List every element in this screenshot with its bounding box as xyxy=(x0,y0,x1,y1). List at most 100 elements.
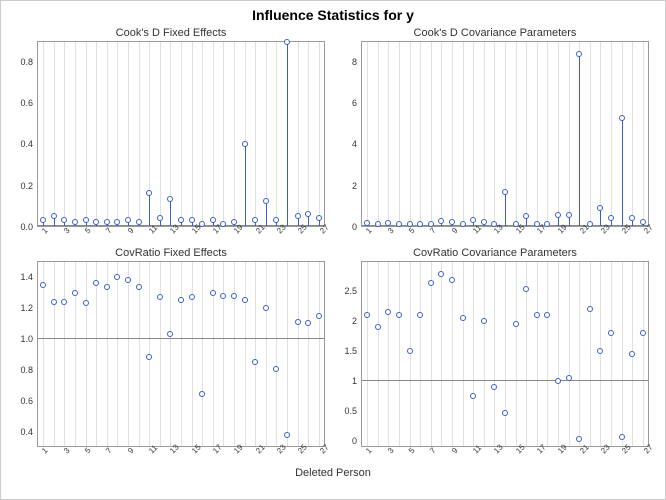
stem xyxy=(505,192,506,226)
data-marker xyxy=(210,290,216,296)
data-marker xyxy=(566,375,572,381)
y-tick-label: 2.5 xyxy=(344,286,357,296)
gridline xyxy=(234,262,235,446)
data-marker xyxy=(364,312,370,318)
data-marker xyxy=(316,313,322,319)
panel-title: CovRatio Fixed Effects xyxy=(9,245,333,261)
gridline xyxy=(431,42,432,226)
data-marker xyxy=(263,305,269,311)
data-marker xyxy=(305,320,311,326)
data-marker xyxy=(114,219,120,225)
data-marker xyxy=(263,198,269,204)
plot-surface xyxy=(361,261,649,447)
data-marker xyxy=(125,217,131,223)
data-marker xyxy=(125,277,131,283)
data-marker xyxy=(316,215,322,221)
y-tick-label: 8 xyxy=(352,57,357,67)
y-tick-label: 1.4 xyxy=(20,272,33,282)
data-marker xyxy=(83,217,89,223)
gridline xyxy=(54,262,55,446)
y-tick-label: 1.5 xyxy=(344,346,357,356)
gridline xyxy=(494,262,495,446)
y-tick-label: 1 xyxy=(352,376,357,386)
gridline xyxy=(526,42,527,226)
gridline xyxy=(319,262,320,446)
y-tick-label: 1.2 xyxy=(20,303,33,313)
data-marker xyxy=(576,436,582,442)
data-marker xyxy=(544,312,550,318)
data-marker xyxy=(407,348,413,354)
data-marker xyxy=(104,284,110,290)
gridline xyxy=(170,262,171,446)
data-marker xyxy=(167,331,173,337)
data-marker xyxy=(491,384,497,390)
gridline xyxy=(128,262,129,446)
data-marker xyxy=(305,211,311,217)
stem xyxy=(245,144,246,226)
data-marker xyxy=(295,319,301,325)
gridline xyxy=(494,42,495,226)
x-tick-label: 7 xyxy=(104,226,114,236)
y-tick-label: 0.4 xyxy=(20,427,33,437)
data-marker xyxy=(640,219,646,225)
y-tick-label: 4 xyxy=(352,139,357,149)
data-marker xyxy=(189,217,195,223)
x-tick-label: 1 xyxy=(364,446,374,456)
gridline xyxy=(75,42,76,226)
gridline xyxy=(128,42,129,226)
x-tick-label: 7 xyxy=(104,446,114,456)
y-tick-label: 0.8 xyxy=(20,57,33,67)
x-axis: 13579111315171921232527 xyxy=(361,447,649,465)
stem xyxy=(149,193,150,226)
data-marker xyxy=(284,39,290,45)
gridline xyxy=(308,262,309,446)
gridline xyxy=(452,262,453,446)
gridline xyxy=(579,262,580,446)
data-marker xyxy=(178,297,184,303)
data-marker xyxy=(629,215,635,221)
gridline xyxy=(516,262,517,446)
reference-line xyxy=(362,380,648,381)
chart-figure: Influence Statistics for y Cook's D Fixe… xyxy=(0,0,666,500)
gridline xyxy=(139,262,140,446)
data-marker xyxy=(242,297,248,303)
plot-area: 02468 xyxy=(333,41,657,227)
x-tick-label: 7 xyxy=(428,226,438,236)
y-tick-label: 1.0 xyxy=(20,334,33,344)
gridline xyxy=(96,42,97,226)
gridline xyxy=(117,262,118,446)
data-marker xyxy=(210,217,216,223)
gridline xyxy=(611,262,612,446)
data-marker xyxy=(481,318,487,324)
gridline xyxy=(245,262,246,446)
gridline xyxy=(54,42,55,226)
data-marker xyxy=(157,294,163,300)
gridline xyxy=(287,262,288,446)
data-marker xyxy=(555,378,561,384)
data-marker xyxy=(534,312,540,318)
figure-title: Influence Statistics for y xyxy=(1,1,665,25)
data-marker xyxy=(252,359,258,365)
gridline xyxy=(600,42,601,226)
data-marker xyxy=(566,212,572,218)
data-marker xyxy=(284,432,290,438)
x-tick-label: 7 xyxy=(428,446,438,456)
data-marker xyxy=(273,217,279,223)
data-marker xyxy=(555,212,561,218)
data-marker xyxy=(523,286,529,292)
x-tick-label: 3 xyxy=(62,446,72,456)
gridline xyxy=(622,262,623,446)
x-tick-label: 5 xyxy=(407,446,417,456)
gridline xyxy=(420,42,421,226)
x-axis: 13579111315171921232527 xyxy=(37,447,325,465)
data-marker xyxy=(438,271,444,277)
gridline xyxy=(202,262,203,446)
y-tick-label: 0.5 xyxy=(344,406,357,416)
data-marker xyxy=(449,219,455,225)
gridline xyxy=(473,262,474,446)
y-tick-label: 0.6 xyxy=(20,98,33,108)
data-marker xyxy=(619,115,625,121)
data-marker xyxy=(40,217,46,223)
y-axis: 00.511.522.5 xyxy=(333,261,361,447)
data-marker xyxy=(587,306,593,312)
